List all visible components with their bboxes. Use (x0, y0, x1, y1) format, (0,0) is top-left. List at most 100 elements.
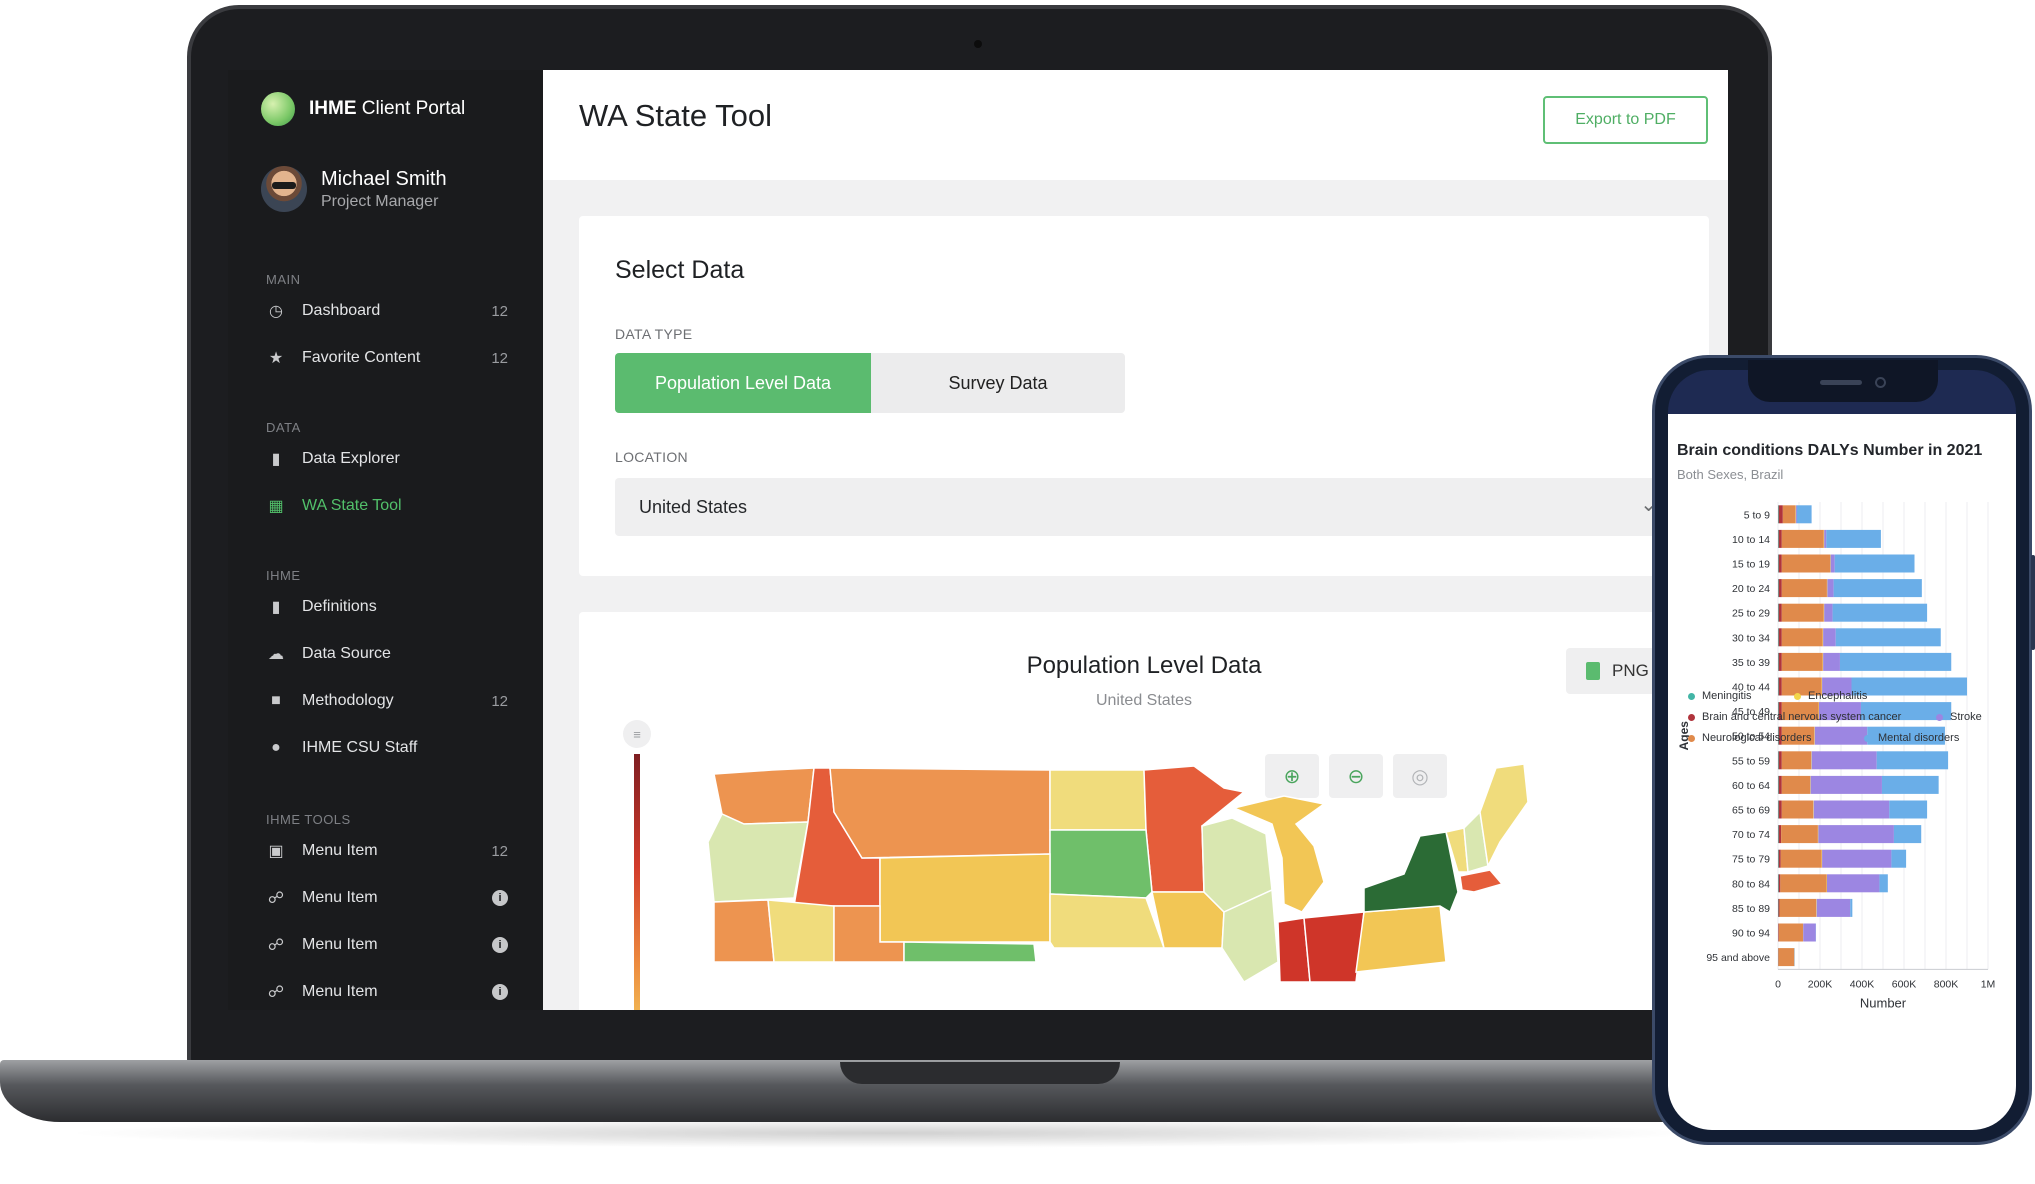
state-pennsylvania[interactable] (1355, 905, 1447, 973)
sidebar-item[interactable]: ☍ Menu Item i (266, 977, 508, 1007)
bar-segment (1778, 923, 1779, 942)
state-maine[interactable] (1479, 763, 1529, 869)
bar-segment (1781, 579, 1827, 598)
state-ohio[interactable] (1303, 911, 1365, 983)
bar-segment (1810, 775, 1882, 794)
bar-segment (1803, 923, 1816, 942)
bar-segment (1778, 874, 1781, 893)
sidebar-item[interactable]: ■ Methodology 12 (266, 686, 508, 716)
y-tick-label: 15 to 19 (1732, 559, 1770, 571)
sidebar-item[interactable]: ▮ Definitions (266, 592, 508, 622)
phone-speaker (1820, 380, 1862, 385)
y-tick-label: 25 to 29 (1732, 608, 1770, 620)
bar-segment (1781, 554, 1831, 573)
state-colorado[interactable] (903, 941, 1037, 963)
data-type-label: DATA TYPE (615, 326, 693, 342)
bar-segment (1778, 603, 1779, 622)
state-new-york[interactable] (1363, 831, 1459, 914)
legend-entry[interactable]: Brain and central nervous system cancer (1688, 711, 1901, 723)
bar-segment (1781, 800, 1814, 819)
state-washington[interactable] (713, 767, 815, 825)
population-level-data-option[interactable]: Population Level Data (615, 353, 871, 413)
info-icon[interactable]: i (492, 937, 508, 953)
bar-segment (1781, 652, 1823, 671)
export-pdf-button[interactable]: Export to PDF (1543, 96, 1708, 144)
state-oregon[interactable] (707, 813, 809, 903)
bar-segment (1830, 554, 1835, 573)
color-scale-legend (634, 754, 640, 1010)
nav-count-badge: 12 (491, 842, 508, 860)
state-north-dakota[interactable] (1049, 769, 1147, 831)
bar-segment (1778, 775, 1779, 794)
y-tick-label: 5 to 9 (1744, 509, 1770, 521)
select-data-card: Select Data DATA TYPE Population Level D… (579, 216, 1709, 576)
sidebar-item[interactable]: ▦ WA State Tool (266, 491, 508, 521)
bar-segment (1839, 652, 1952, 671)
bar-segment (1891, 849, 1907, 868)
bar-segment (1889, 800, 1928, 819)
legend-entry[interactable]: Encephalitis (1794, 690, 1867, 702)
y-tick-label: 95 and above (1706, 952, 1770, 964)
sidebar-item[interactable]: ▮ Data Explorer (266, 444, 508, 474)
legend-swatch (1688, 713, 1695, 721)
bar-segment (1778, 849, 1779, 868)
chart-subtitle: Both Sexes, Brazil (1677, 467, 1784, 482)
bar-segment (1879, 874, 1888, 893)
sidebar-item[interactable]: ☍ Menu Item i (266, 883, 508, 913)
nav-section-title: DATA (266, 420, 301, 435)
y-tick-label: 75 to 79 (1732, 854, 1770, 866)
page-title: WA State Tool (579, 98, 772, 133)
bar-segment (1778, 948, 1795, 967)
legend-entry[interactable]: Mental disorders (1864, 732, 1959, 744)
sidebar-item[interactable]: ☍ Menu Item i (266, 930, 508, 960)
user-profile[interactable]: Michael Smith Project Manager (261, 166, 447, 212)
state-south-dakota[interactable] (1049, 829, 1153, 899)
bar-segment (1823, 628, 1836, 647)
state-wyoming[interactable] (879, 853, 1051, 943)
bar-segment (1811, 751, 1877, 770)
sidebar-item-label: Menu Item (302, 842, 378, 859)
legend-entry[interactable]: Neurological disorders (1688, 732, 1811, 744)
file-icon (1586, 662, 1600, 680)
info-icon[interactable]: i (492, 890, 508, 906)
info-icon[interactable]: i (492, 984, 508, 1000)
state-california[interactable] (713, 899, 775, 963)
sidebar-item[interactable]: ◷ Dashboard 12 (266, 296, 508, 326)
location-select[interactable]: United States ⌄ (615, 478, 1695, 536)
legend-swatch (1864, 734, 1871, 742)
bar-segment (1813, 800, 1890, 819)
bar-segment (1893, 825, 1922, 844)
bar-segment (1824, 529, 1827, 548)
bar-segment (1778, 677, 1782, 696)
survey-data-option[interactable]: Survey Data (871, 353, 1125, 413)
location-label: LOCATION (615, 449, 688, 465)
sidebar-item[interactable]: ☁ Data Source (266, 639, 508, 669)
bar-segment (1833, 579, 1922, 598)
bar-segment (1778, 800, 1779, 819)
sidebar-item[interactable]: ▣ Menu Item 12 (266, 836, 508, 866)
sidebar-item-label: Data Source (302, 645, 391, 662)
state-nevada[interactable] (767, 899, 835, 963)
bar-segment (1814, 726, 1868, 745)
legend-entry[interactable]: Stroke (1936, 711, 1982, 723)
bar-segment (1795, 505, 1797, 524)
sidebar-item-label: Menu Item (302, 936, 378, 953)
legend-entry[interactable]: Meningitis (1688, 690, 1752, 702)
sidebar-item[interactable]: ● IHME CSU Staff (266, 733, 508, 763)
state-massachusetts[interactable] (1459, 869, 1504, 893)
us-choropleth-map[interactable] (684, 762, 1614, 1010)
sidebar-item[interactable]: ★ Favorite Content 12 (266, 343, 508, 373)
bar-segment (1850, 898, 1853, 917)
bar-segment (1778, 505, 1779, 524)
x-tick-label: 1M (1981, 978, 1996, 990)
state-montana[interactable] (829, 767, 1051, 859)
phone-screen: Brain conditions DALYs Number in 2021 Bo… (1668, 414, 2016, 1130)
bar-segment (1816, 898, 1851, 917)
clock-icon: ◷ (269, 303, 283, 320)
sidebar-item-label: Data Explorer (302, 450, 400, 467)
y-tick-label: 80 to 84 (1732, 878, 1770, 890)
state-nebraska[interactable] (1049, 893, 1166, 949)
legend-handle-icon[interactable]: ≡ (623, 720, 651, 748)
legend-swatch (1936, 713, 1943, 721)
brand[interactable]: IHME Client Portal (261, 92, 465, 126)
